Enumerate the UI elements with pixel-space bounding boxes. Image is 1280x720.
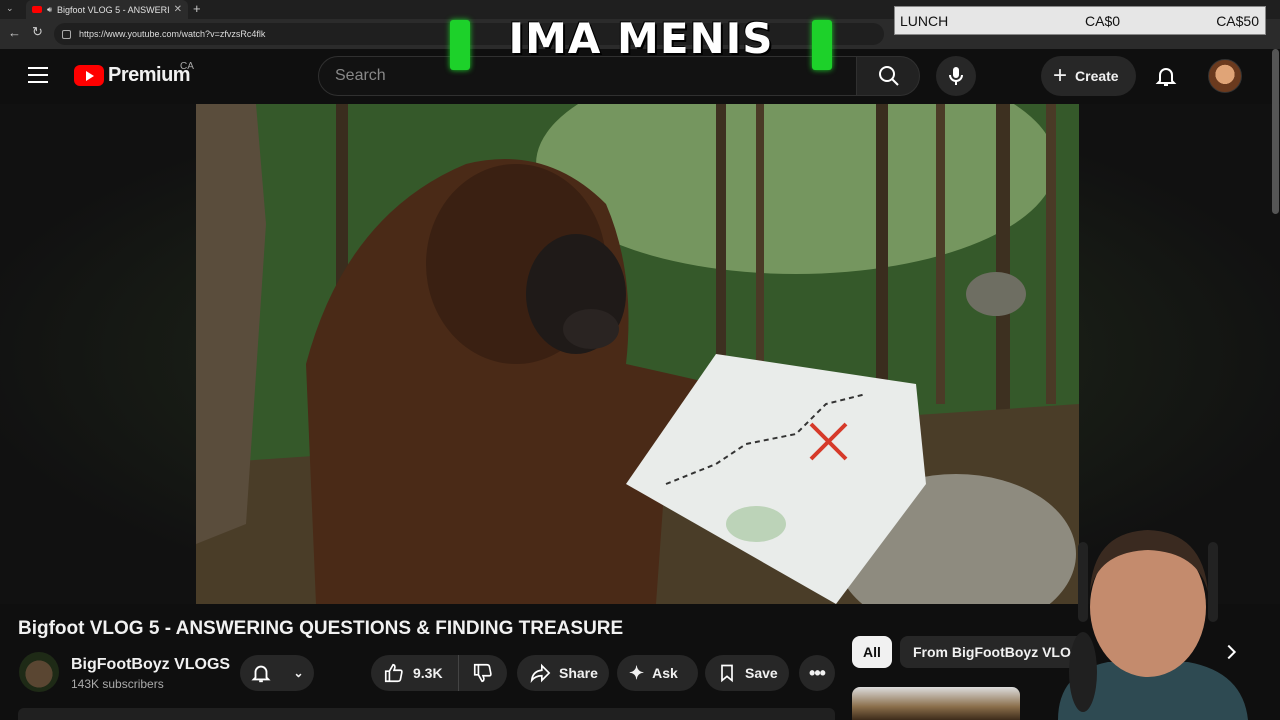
like-count: 9.3K (413, 665, 443, 681)
like-dislike-group: 9.3K (371, 655, 507, 691)
description-box-edge (18, 708, 835, 720)
ask-button[interactable]: ✦ Ask (617, 655, 698, 691)
search-icon (879, 66, 899, 86)
chevron-down-icon: ⌄ (293, 666, 304, 680)
url-text: https://www.youtube.com/watch?v=zfvzsRc4… (79, 29, 266, 39)
stream-title-overlay: IMA MENIS (448, 10, 834, 72)
save-button[interactable]: Save (705, 655, 789, 691)
youtube-play-icon (74, 65, 104, 86)
country-code: CA (180, 61, 194, 72)
stream-title-text: IMA MENIS (508, 14, 774, 63)
share-button[interactable]: Share (517, 655, 609, 691)
new-tab-button[interactable]: + (193, 1, 201, 16)
browser-tab[interactable]: 🔊︎ Bigfoot VLOG 5 - ANSWERING QUESTIONS … (26, 0, 188, 19)
back-arrow-icon[interactable]: ← (8, 25, 21, 40)
plus-icon: + (1053, 62, 1068, 89)
youtube-premium-logo[interactable]: Premium (74, 64, 191, 87)
goal-label: LUNCH (900, 12, 949, 29)
reload-icon[interactable]: ↻ (32, 24, 43, 40)
tab-title: Bigfoot VLOG 5 - ANSWERING QUESTIONS & F… (57, 4, 169, 15)
site-info-icon[interactable] (62, 29, 71, 39)
page-scrollbar[interactable] (1272, 49, 1279, 214)
sparkle-icon: ✦ (629, 662, 645, 683)
goal-current: CA$0 (1085, 12, 1121, 29)
share-arrow-icon (530, 663, 551, 684)
video-player[interactable] (196, 104, 1079, 604)
streamer-webcam (1058, 530, 1248, 720)
speaker-icon: 🔊︎ (47, 4, 53, 14)
subscription-bell-button[interactable]: ⌄ (240, 655, 314, 691)
video-title: Bigfoot VLOG 5 - ANSWERING QUESTIONS & F… (18, 618, 624, 639)
logo-text: Premium (108, 64, 191, 86)
create-button[interactable]: + Create (1041, 56, 1136, 96)
thumbs-down-icon (473, 663, 492, 683)
like-button[interactable]: 9.3K (371, 655, 459, 691)
search-button[interactable] (856, 56, 920, 96)
save-label: Save (745, 665, 778, 681)
recommended-video-thumbnail[interactable] (852, 687, 1020, 720)
donation-goal-bar: LUNCH CA$0 CA$50 (894, 6, 1266, 35)
bell-icon (251, 665, 272, 683)
close-tab-icon[interactable]: ✕ (174, 4, 182, 15)
chip-all[interactable]: All (852, 636, 892, 668)
channel-name[interactable]: BigFootBoyz VLOGS (71, 656, 230, 674)
notifications-bell-icon[interactable] (1154, 64, 1178, 88)
tab-search-icon[interactable]: ⌄ (6, 3, 14, 14)
account-avatar[interactable] (1208, 59, 1242, 93)
ask-label: Ask (652, 665, 678, 681)
subscriber-count: 143K subscribers (71, 677, 164, 691)
hamburger-menu-icon[interactable] (28, 67, 48, 83)
bookmark-icon (721, 664, 733, 683)
youtube-favicon-icon (32, 6, 42, 13)
create-label: Create (1075, 68, 1119, 84)
dislike-button[interactable] (459, 655, 507, 691)
more-actions-button[interactable]: ••• (799, 655, 835, 691)
share-label: Share (559, 665, 598, 681)
microphone-icon (949, 67, 963, 85)
video-frame-image (196, 104, 1079, 604)
goal-target: CA$50 (1216, 12, 1259, 29)
thumbs-up-icon (384, 663, 403, 683)
channel-avatar[interactable] (19, 652, 59, 692)
more-horizontal-icon: ••• (809, 662, 826, 683)
voice-search-button[interactable] (936, 56, 976, 96)
